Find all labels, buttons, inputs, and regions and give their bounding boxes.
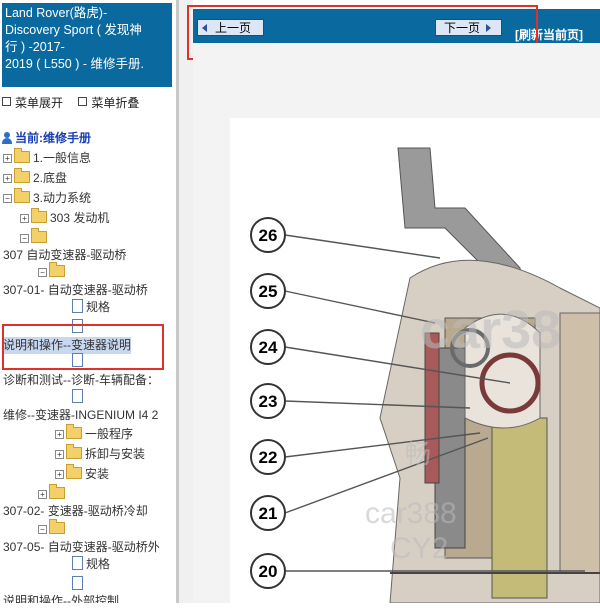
folder-open-icon	[31, 228, 47, 243]
collapse-icon	[78, 97, 88, 106]
folder-icon	[14, 168, 30, 183]
folder-open-icon	[49, 262, 65, 277]
transmission-diagram: 26 25 24 23 22 21 20 car38 畅 car388 CY2	[230, 118, 600, 604]
tree-item-307-auto-transaxle[interactable]: 307 自动变速器-驱动桥	[3, 247, 126, 264]
folder-icon	[66, 424, 82, 439]
user-icon	[2, 132, 12, 144]
tree-item-307-01[interactable]: 307-01- 自动变速器-驱动桥	[3, 282, 148, 299]
tree-item-removal-installation[interactable]: + 拆卸与安装	[55, 444, 145, 463]
collapse-menu-button[interactable]: 菜单折叠	[78, 96, 139, 110]
tree-item-specs[interactable]: 规格	[72, 299, 110, 316]
folder-icon	[49, 484, 65, 499]
tree-item-repair-transmission[interactable]: 维修--变速器-INGENIUM I4 2	[3, 407, 158, 424]
highlight-box	[2, 324, 164, 370]
document-icon	[72, 556, 83, 570]
manual-title: Land Rover(路虎)- Discovery Sport ( 发现神 行 …	[2, 3, 172, 87]
folder-icon	[66, 464, 82, 479]
tree-item-transmission-folder[interactable]: −	[20, 228, 50, 247]
tree-item-engine[interactable]: +303 发动机	[20, 208, 109, 227]
folder-open-icon	[49, 519, 65, 534]
folder-icon	[31, 208, 47, 223]
tree-item-general-procedures[interactable]: + 一般程序	[55, 424, 133, 443]
svg-text:20: 20	[259, 562, 278, 581]
tree-item-installation[interactable]: + 安装	[55, 464, 109, 483]
tree-item-307-01-folder[interactable]: −	[38, 262, 68, 281]
document-icon	[72, 389, 83, 403]
expand-plus-icon[interactable]: +	[38, 490, 47, 499]
tree-item-general-info[interactable]: +1.一般信息	[3, 148, 91, 167]
tree-item-307-05-folder[interactable]: −	[38, 519, 68, 538]
watermark-logo: car38	[420, 300, 561, 360]
document-icon	[72, 576, 83, 590]
tree-item-specs-2[interactable]: 规格	[72, 556, 110, 573]
collapse-minus-icon[interactable]: −	[38, 268, 47, 277]
watermark-text: 畅	[405, 439, 431, 469]
expand-plus-icon[interactable]: +	[55, 470, 64, 479]
expand-plus-icon[interactable]: +	[55, 450, 64, 459]
expand-menu-button[interactable]: 菜单展开	[2, 96, 63, 110]
tree-item-doc-repair[interactable]	[72, 389, 86, 406]
svg-text:21: 21	[259, 504, 278, 523]
menu-controls: 菜单展开 菜单折叠	[2, 94, 151, 111]
expand-plus-icon[interactable]: +	[20, 214, 29, 223]
sidebar: Land Rover(路虎)- Discovery Sport ( 发现神 行 …	[0, 0, 179, 603]
svg-text:23: 23	[259, 392, 278, 411]
tree-item-doc-ext[interactable]	[72, 576, 86, 593]
collapse-minus-icon[interactable]: −	[3, 194, 12, 203]
tree-item-307-02-folder[interactable]: +	[38, 484, 68, 503]
folder-icon	[14, 148, 30, 163]
current-location: 当前:维修手册	[2, 129, 91, 146]
diagram-svg: 26 25 24 23 22 21 20 car38 畅 car388 CY2	[250, 147, 600, 604]
collapse-minus-icon[interactable]: −	[20, 234, 29, 243]
expand-plus-icon[interactable]: +	[3, 154, 12, 163]
tree-item-diagnosis-testing[interactable]: 诊断和测试--诊断-车辆配备：	[3, 372, 159, 389]
expand-plus-icon[interactable]: +	[55, 430, 64, 439]
document-icon	[72, 299, 83, 313]
tree-item-307-02[interactable]: 307-02- 变速器-驱动桥冷却	[3, 503, 148, 520]
folder-open-icon	[14, 188, 30, 203]
watermark-text: CY2	[390, 532, 448, 565]
expand-plus-icon[interactable]: +	[3, 174, 12, 183]
svg-text:26: 26	[259, 226, 278, 245]
expand-icon	[2, 97, 11, 106]
tree-item-powertrain[interactable]: −3.动力系统	[3, 188, 91, 207]
folder-icon	[66, 444, 82, 459]
svg-text:25: 25	[259, 282, 278, 301]
svg-text:24: 24	[259, 338, 278, 357]
watermark-text: car388	[365, 497, 457, 530]
frame-divider[interactable]	[179, 0, 193, 603]
svg-text:22: 22	[259, 448, 278, 467]
tree-item-307-05[interactable]: 307-05- 自动变速器-驱动桥外	[3, 539, 160, 556]
tree-item-external-controls[interactable]: 说明和操作--外部控制	[3, 593, 119, 603]
collapse-minus-icon[interactable]: −	[38, 525, 47, 534]
tree-item-chassis[interactable]: +2.底盘	[3, 168, 67, 187]
